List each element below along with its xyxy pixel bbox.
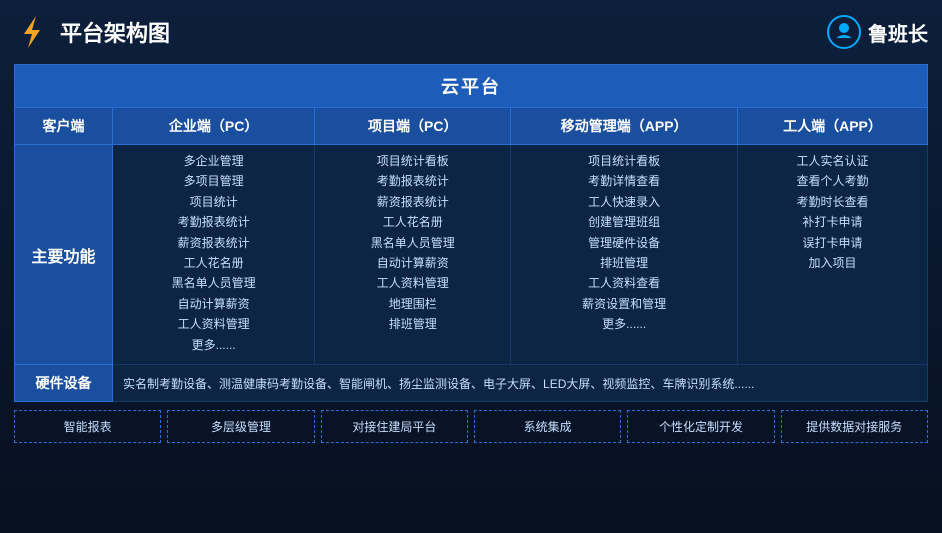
architecture-table: 云平台 客户端 企业端（PC） 项目端（PC） 移动管理端（APP） 工人端（A… [14, 64, 928, 402]
header: 平台架构图 鲁班长 [14, 10, 928, 54]
hardware-content: 实名制考勤设备、测温健康码考勤设备、智能闸机、扬尘监测设备、电子大屏、LED大屏… [113, 365, 928, 402]
cloud-platform-header: 云平台 [15, 65, 928, 108]
row-header-functions: 主要功能 [15, 145, 113, 365]
project-functions: 项目统计看板 考勤报表统计 薪资报表统计 工人花名册 黑名单人员管理 自动计算薪… [315, 145, 511, 365]
logo-icon [14, 14, 50, 50]
row-header-hardware: 硬件设备 [15, 365, 113, 402]
page: 平台架构图 鲁班长 云平台 客户端 企业端（PC） 项目端（PC） 移动管理端（… [0, 0, 942, 533]
col-header-client: 客户端 [15, 108, 113, 145]
project-func-list: 项目统计看板 考勤报表统计 薪资报表统计 工人花名册 黑名单人员管理 自动计算薪… [319, 151, 506, 335]
col-header-worker: 工人端（APP） [738, 108, 928, 145]
brand-icon [826, 14, 862, 50]
column-headers-row: 客户端 企业端（PC） 项目端（PC） 移动管理端（APP） 工人端（APP） [15, 108, 928, 145]
features-row: 智能报表 多层级管理 对接住建局平台 系统集成 个性化定制开发 提供数据对接服务 [14, 410, 928, 443]
col-header-project: 项目端（PC） [315, 108, 511, 145]
col-header-enterprise: 企业端（PC） [113, 108, 315, 145]
header-left: 平台架构图 [14, 14, 170, 50]
hardware-row: 硬件设备 实名制考勤设备、测温健康码考勤设备、智能闸机、扬尘监测设备、电子大屏、… [15, 365, 928, 402]
worker-func-list: 工人实名认证 查看个人考勤 考勤时长查看 补打卡申请 误打卡申请 加入项目 [742, 151, 923, 273]
brand-logo: 鲁班长 [826, 14, 928, 50]
brand-name: 鲁班长 [868, 18, 928, 47]
cloud-platform-row: 云平台 [15, 65, 928, 108]
feature-data-service: 提供数据对接服务 [781, 410, 928, 443]
feature-authority: 对接住建局平台 [321, 410, 468, 443]
page-title: 平台架构图 [60, 16, 170, 48]
feature-smart-report: 智能报表 [14, 410, 161, 443]
feature-multilevel: 多层级管理 [167, 410, 314, 443]
worker-functions: 工人实名认证 查看个人考勤 考勤时长查看 补打卡申请 误打卡申请 加入项目 [738, 145, 928, 365]
enterprise-func-list: 多企业管理 多项目管理 项目统计 考勤报表统计 薪资报表统计 工人花名册 黑名单… [117, 151, 310, 355]
feature-custom: 个性化定制开发 [627, 410, 774, 443]
feature-integration: 系统集成 [474, 410, 621, 443]
enterprise-functions: 多企业管理 多项目管理 项目统计 考勤报表统计 薪资报表统计 工人花名册 黑名单… [113, 145, 315, 365]
mobile-functions: 项目统计看板 考勤详情查看 工人快速录入 创建管理班组 管理硬件设备 排班管理 … [511, 145, 738, 365]
main-functions-row: 主要功能 多企业管理 多项目管理 项目统计 考勤报表统计 薪资报表统计 工人花名… [15, 145, 928, 365]
col-header-mobile: 移动管理端（APP） [511, 108, 738, 145]
mobile-func-list: 项目统计看板 考勤详情查看 工人快速录入 创建管理班组 管理硬件设备 排班管理 … [515, 151, 733, 335]
